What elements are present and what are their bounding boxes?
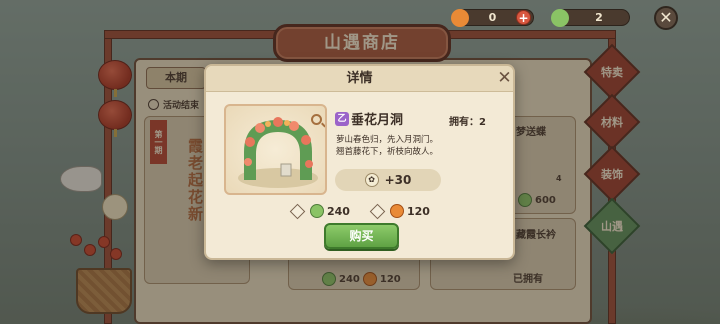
resource-persimmon-value: 0: [488, 11, 497, 24]
beauty-point-icon: ✿: [364, 173, 379, 187]
persimmon-icon: [451, 8, 469, 27]
item-preview[interactable]: [224, 104, 327, 195]
price-option-orange[interactable]: 120: [369, 202, 430, 220]
description-line-2: 翘首藤花下，祈枝向故人。: [336, 147, 439, 157]
radio-unselected-icon[interactable]: [369, 203, 386, 219]
leaf-coin-icon: [551, 8, 569, 27]
radio-unselected-icon[interactable]: [289, 203, 306, 219]
reward-pill: ✿ +30: [335, 169, 441, 191]
add-resource-button[interactable]: +: [516, 10, 531, 25]
magnify-icon[interactable]: [311, 114, 322, 125]
price-green-value: 240: [327, 204, 350, 218]
owned-count: 拥有：2: [449, 117, 486, 128]
resource-persimmon: 0 +: [451, 8, 534, 27]
close-icon[interactable]: ✕: [496, 70, 513, 87]
item-description: 萝山春色归，先入月洞门。 翘首藤花下，祈枝向故人。: [336, 134, 506, 158]
persimmon-coin-icon: [390, 204, 404, 218]
detail-modal: 详情 ✕ 乙 垂花月洞 拥有：2 萝山春色归，先入月洞门。 翘首藤花下，祈枝向故…: [204, 64, 515, 260]
resource-leaf-coin-value: 2: [595, 11, 603, 24]
price-option-green[interactable]: 240: [289, 202, 350, 220]
description-line-1: 萝山春色归，先入月洞门。: [336, 135, 439, 145]
reward-value: +30: [384, 173, 412, 187]
shop-close-button[interactable]: ✕: [654, 6, 678, 30]
buy-button[interactable]: 购买: [324, 223, 399, 249]
modal-title: 详情: [346, 71, 373, 86]
leaf-coin-icon: [310, 204, 324, 218]
price-orange-value: 120: [407, 204, 430, 218]
item-name: 垂花月洞: [351, 113, 404, 128]
resource-leaf-coin: 2: [551, 8, 630, 27]
rarity-badge: 乙: [335, 112, 349, 126]
